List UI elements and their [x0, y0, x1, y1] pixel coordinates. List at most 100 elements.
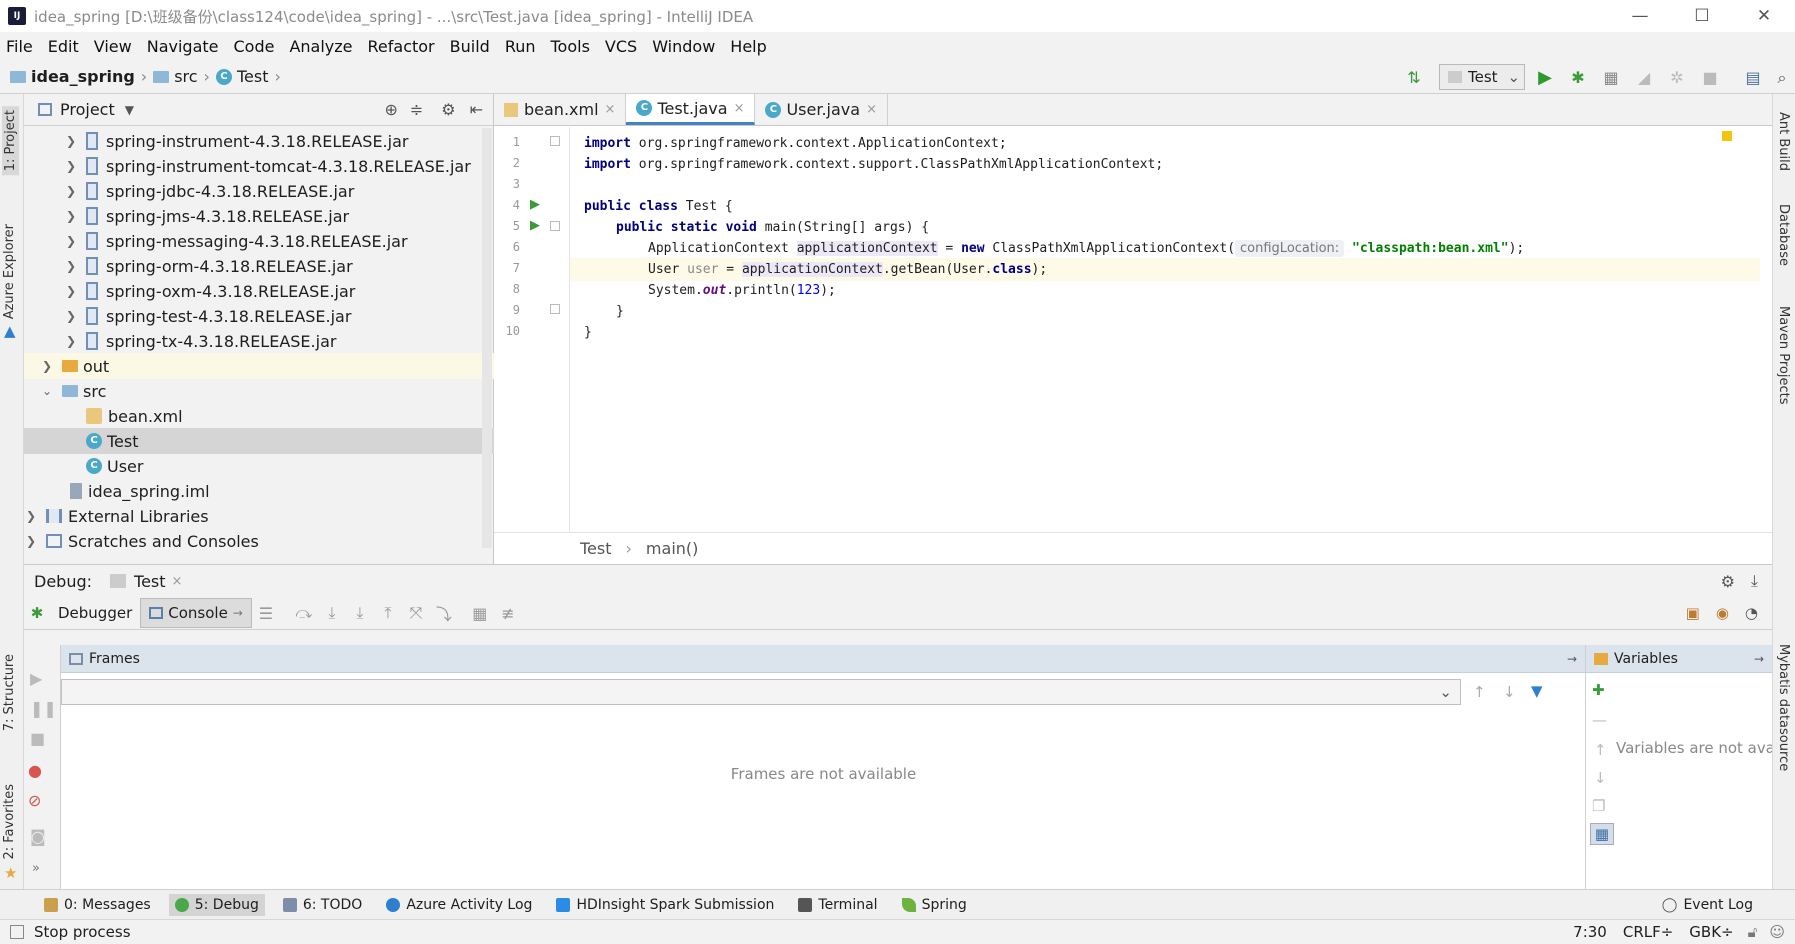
menu-build[interactable]: Build — [450, 37, 490, 56]
arrow-down-icon[interactable]: ↓ — [1594, 769, 1607, 787]
menu-refactor[interactable]: Refactor — [368, 37, 435, 56]
menu-analyze[interactable]: Analyze — [289, 37, 352, 56]
tool-tab-ant-build[interactable]: Ant Build — [1776, 112, 1791, 171]
tool-button-debug[interactable]: 5: Debug — [168, 893, 265, 916]
pause-icon[interactable]: ❚❚ — [30, 699, 57, 718]
minimize-panel-icon[interactable]: ⤓ — [1751, 571, 1758, 591]
tab-console[interactable]: Console → — [140, 598, 252, 628]
drop-frame-icon[interactable]: ⤧ — [402, 603, 430, 623]
tree-item[interactable]: ❯ spring-jms-4.3.18.RELEASE.jar — [24, 203, 494, 229]
file-encoding[interactable]: GBK÷ — [1689, 923, 1733, 941]
tool-tab-mybatis-datasource[interactable]: Mybatis datasource — [1776, 644, 1791, 771]
tree-item[interactable]: ❯ spring-jdbc-4.3.18.RELEASE.jar — [24, 178, 494, 204]
line-separator[interactable]: CRLF÷ — [1623, 923, 1673, 941]
analysis-warning-icon[interactable] — [1722, 131, 1732, 141]
new-watch-icon[interactable]: ✚ — [1592, 681, 1605, 699]
coverage-icon[interactable]: ▦ — [1601, 68, 1621, 88]
inspector-icon[interactable]: ☺ — [1769, 923, 1785, 941]
tree-item[interactable]: ❯ spring-tx-4.3.18.RELEASE.jar — [24, 328, 494, 354]
chevron-right-icon[interactable]: ❯ — [64, 209, 78, 223]
menu-view[interactable]: View — [94, 37, 132, 56]
menu-edit[interactable]: Edit — [48, 37, 79, 56]
tree-item[interactable]: bean.xml — [24, 403, 494, 429]
tool-button-terminal[interactable]: Terminal — [792, 894, 883, 916]
crumb-method[interactable]: main() — [646, 539, 698, 558]
close-icon[interactable]: × — [866, 102, 877, 117]
menu-navigate[interactable]: Navigate — [147, 37, 219, 56]
chevron-down-icon[interactable]: ▼ — [125, 103, 134, 117]
menu-run[interactable]: Run — [505, 37, 536, 56]
stop-icon[interactable]: ■ — [1700, 68, 1720, 88]
chevron-right-icon[interactable]: ❯ — [24, 534, 38, 548]
remove-watch-icon[interactable]: — — [1592, 711, 1607, 729]
chevron-right-icon[interactable]: ❯ — [64, 284, 78, 298]
maximize-button[interactable]: ☐ — [1671, 6, 1733, 26]
arrow-up-icon[interactable]: ↑ — [1473, 683, 1486, 701]
tab-test-java[interactable]: C Test.java × — [626, 94, 756, 125]
tree-item[interactable]: ❯ spring-oxm-4.3.18.RELEASE.jar — [24, 278, 494, 304]
force-step-into-icon[interactable]: ⤓ — [346, 603, 374, 623]
tree-item[interactable]: ❯ spring-instrument-4.3.18.RELEASE.jar — [24, 128, 494, 154]
pin-icon[interactable]: → — [1754, 652, 1764, 666]
chevron-right-icon[interactable]: ❯ — [64, 184, 78, 198]
chevron-right-icon[interactable]: ❯ — [64, 234, 78, 248]
tab-debugger[interactable]: Debugger — [50, 598, 140, 628]
tool-tab-structure[interactable]: 7: Structure — [2, 654, 17, 731]
chevron-right-icon[interactable]: ❯ — [64, 159, 78, 173]
collapse-all-icon[interactable]: ≑ — [410, 100, 423, 119]
project-scrollbar[interactable] — [482, 128, 492, 548]
tool-windows-toggle-icon[interactable] — [10, 925, 24, 939]
step-into-icon[interactable]: ⤓ — [318, 603, 346, 623]
rerun-icon[interactable]: ▶ — [30, 669, 42, 688]
tool-button-todo[interactable]: 6: TODO — [277, 894, 368, 916]
run-gutter-icon[interactable]: ▶ — [530, 197, 540, 212]
breadcrumb-folder[interactable]: src — [174, 67, 197, 86]
hide-icon[interactable]: ⇤ — [470, 100, 483, 119]
tree-item[interactable]: ⌄ src — [24, 378, 494, 404]
fold-icon[interactable] — [550, 221, 560, 231]
fold-icon[interactable] — [550, 304, 560, 314]
memory-view-icon[interactable]: ◉ — [1716, 604, 1729, 622]
menu-code[interactable]: Code — [234, 37, 275, 56]
step-over-icon[interactable]: ⤼ — [290, 603, 318, 623]
tool-button-messages[interactable]: 0: Messages — [38, 894, 157, 916]
build-hammer-icon[interactable]: ⇅ — [1404, 68, 1424, 88]
tab-bean-xml[interactable]: bean.xml × — [494, 94, 627, 125]
evaluate-expression-icon[interactable]: ▦ — [466, 604, 494, 623]
overhead-icon[interactable]: ◔ — [1745, 604, 1758, 622]
menu-window[interactable]: Window — [652, 37, 715, 56]
tree-item[interactable]: C Test — [24, 428, 494, 454]
pin-icon[interactable]: → — [1567, 652, 1577, 666]
show-watches-icon[interactable]: ▦ — [1590, 823, 1614, 845]
stop-icon[interactable]: ■ — [30, 729, 45, 748]
breadcrumb-project[interactable]: idea_spring — [31, 67, 135, 86]
chevron-down-icon[interactable]: ⌄ — [40, 384, 54, 398]
run-gutter-icon[interactable]: ▶ — [530, 218, 540, 233]
chevron-right-icon[interactable]: ❯ — [64, 134, 78, 148]
tree-item[interactable]: ❯ spring-instrument-tomcat-4.3.18.RELEASE… — [24, 153, 494, 179]
arrow-up-icon[interactable]: ↑ — [1594, 741, 1607, 759]
code-area[interactable]: import org.springframework.context.Appli… — [570, 127, 1760, 532]
mute-breakpoints-icon[interactable]: ⊘ — [28, 791, 41, 810]
breadcrumb-file[interactable]: Test — [237, 67, 269, 86]
tool-tab-favorites[interactable]: 2: Favorites — [2, 784, 17, 860]
camera-icon[interactable]: ◙ — [30, 827, 46, 846]
crumb-class[interactable]: Test — [580, 539, 612, 558]
chevron-right-icon[interactable]: ❯ — [64, 334, 78, 348]
close-icon[interactable]: × — [172, 574, 183, 589]
attach-icon[interactable]: ✲ — [1667, 68, 1687, 88]
tool-button-azure-activity-log[interactable]: Azure Activity Log — [380, 894, 538, 916]
minimize-button[interactable]: — — [1609, 6, 1671, 26]
tree-item[interactable]: ❯ spring-messaging-4.3.18.RELEASE.jar — [24, 228, 494, 254]
project-structure-icon[interactable]: ▤ — [1743, 68, 1763, 88]
run-icon[interactable]: ▶ — [1535, 68, 1555, 88]
tool-tab-azure-explorer[interactable]: Azure Explorer — [2, 224, 17, 319]
run-configuration-select[interactable]: Test ⌄ — [1439, 64, 1525, 90]
step-out-icon[interactable]: ⤒ — [374, 603, 402, 623]
trace-icon[interactable]: ≢ — [494, 604, 522, 623]
close-icon[interactable]: × — [605, 102, 616, 117]
tool-button-event-log[interactable]: ◯ Event Log — [1656, 894, 1759, 916]
show-execution-point-icon[interactable]: ☰ — [252, 604, 280, 623]
tool-tab-maven-projects[interactable]: Maven Projects — [1776, 306, 1791, 405]
menu-vcs[interactable]: VCS — [605, 37, 637, 56]
